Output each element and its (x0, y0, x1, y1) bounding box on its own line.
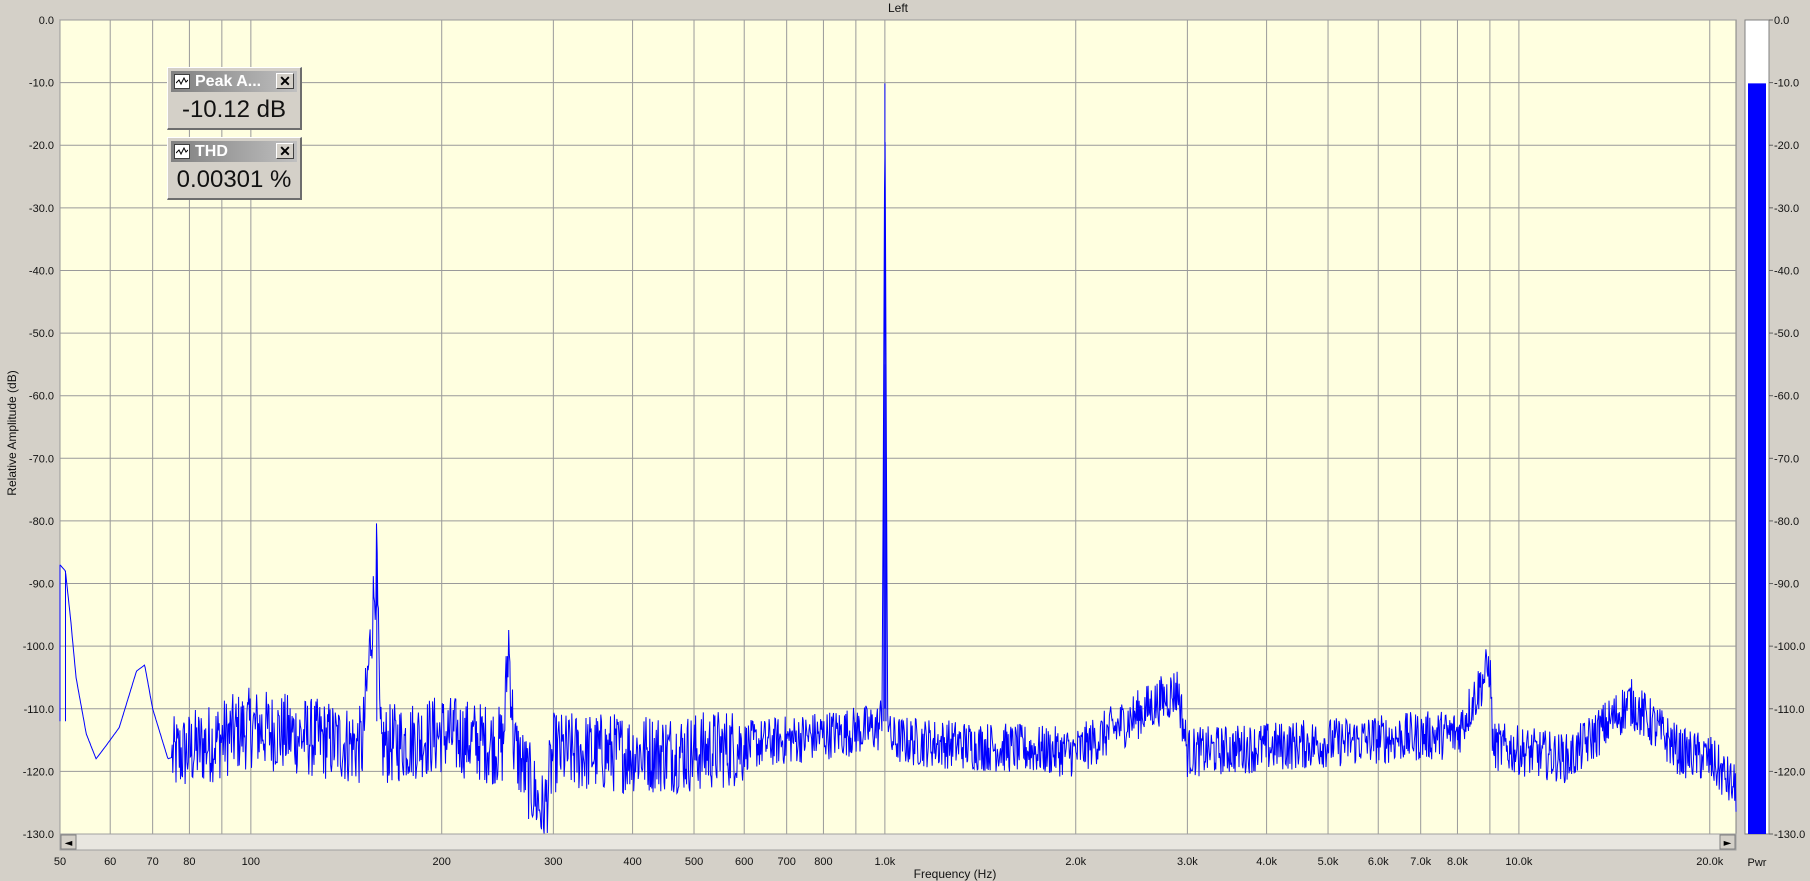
x-tick-label: 7.0k (1410, 856, 1431, 868)
power-bar-fill (1748, 83, 1766, 835)
x-tick-label: 4.0k (1256, 856, 1277, 868)
x-axis-title: Frequency (Hz) (914, 867, 997, 881)
y-tick-label: -130.0 (23, 829, 54, 841)
scroll-left-arrow-icon: ◄ (65, 838, 73, 849)
waveform-icon (174, 144, 190, 159)
x-tick-label: 80 (183, 856, 195, 868)
x-tick-label: 800 (814, 856, 832, 868)
power-bar-label: Pwr (1748, 857, 1767, 869)
y-axis-title: Relative Amplitude (dB) (5, 370, 19, 495)
power-bar-tick-label: -90.0 (1774, 579, 1799, 591)
peak-amplitude-meter-name: Peak A... (195, 72, 262, 90)
y-tick-label: -100.0 (23, 641, 54, 653)
thd-meter-name: THD (195, 142, 228, 160)
x-tick-labels: 50 60 70 80 100 200 300 400 500 600 700 800 1.0k 2.0k… (54, 856, 1724, 868)
waveform-icon (174, 74, 190, 89)
power-bar-tick-label: -130.0 (1774, 829, 1805, 841)
peak-amplitude-meter-titlebar[interactable]: Peak A... ✕ (171, 71, 297, 92)
power-bar-tick-label: -50.0 (1774, 328, 1799, 340)
power-bar-tick-label: -30.0 (1774, 203, 1799, 215)
x-tick-label: 70 (147, 856, 159, 868)
y-tick-label: -110.0 (24, 704, 54, 716)
y-tick-label: -120.0 (23, 766, 54, 778)
peak-amplitude-meter[interactable]: Peak A... ✕ -10.12 dB (167, 67, 302, 130)
power-bar-tick-label: -100.0 (1774, 641, 1805, 653)
y-tick-label: -40.0 (29, 265, 54, 277)
x-tick-label: 200 (433, 856, 451, 868)
scroll-right-arrow-icon: ► (1724, 838, 1732, 849)
close-icon: ✕ (279, 73, 291, 89)
y-tick-label: -20.0 (29, 140, 54, 152)
x-tick-label: 400 (623, 856, 641, 868)
y-tick-label: -10.0 (29, 78, 54, 90)
y-tick-label: -80.0 (29, 516, 54, 528)
x-tick-label: 700 (777, 856, 795, 868)
horizontal-scrollbar[interactable]: ◄ ► (59, 833, 1737, 851)
scrollbar-track[interactable] (59, 833, 1737, 851)
thd-meter[interactable]: THD ✕ 0.00301 % (167, 137, 302, 200)
x-tick-label: 2.0k (1065, 856, 1086, 868)
x-tick-label: 5.0k (1318, 856, 1339, 868)
x-tick-label: 3.0k (1177, 856, 1198, 868)
x-tick-label: 50 (54, 856, 66, 868)
thd-value: 0.00301 % (176, 166, 292, 193)
y-tick-label: -60.0 (29, 391, 54, 403)
x-tick-label: 10.0k (1505, 856, 1532, 868)
y-tick-labels: 0.0 -10.0 -20.0 -30.0 -40.0 -50.0 -60.0 -70.0 -8… (23, 15, 54, 841)
close-icon: ✕ (279, 143, 291, 159)
y-tick-label: -50.0 (29, 328, 54, 340)
x-tick-label: 60 (104, 856, 116, 868)
power-bar-tick-label: -120.0 (1774, 766, 1805, 778)
power-bar (1744, 19, 1770, 835)
y-tick-label: -70.0 (29, 453, 54, 465)
peak-amplitude-close-button[interactable]: ✕ (276, 73, 294, 89)
x-tick-label: 100 (242, 856, 260, 868)
power-bar-tick-label: -40.0 (1774, 265, 1799, 277)
y-tick-label: -30.0 (29, 203, 54, 215)
x-tick-label: 8.0k (1447, 856, 1468, 868)
power-bar-tick-label: -20.0 (1774, 140, 1799, 152)
power-bar-tick-label: -80.0 (1774, 516, 1799, 528)
spectrum-chart: Left 0.0 -10.0 -20.0 -30.0 -40.0 -50.0 -60.0 -7… (5, 1, 1805, 881)
thd-close-button[interactable]: ✕ (276, 143, 294, 159)
power-bar-ticks: 0.0 -10.0 -20.0 -30.0 -40.0 -50.0 -60.0 -70.0 -8… (1769, 15, 1805, 841)
chart-title: Left (888, 1, 909, 15)
thd-meter-titlebar[interactable]: THD ✕ (171, 141, 297, 162)
y-tick-label: -90.0 (29, 579, 54, 591)
power-bar-tick-label: -110.0 (1774, 704, 1804, 716)
y-tick-label: 0.0 (39, 15, 54, 27)
power-bar-tick-label: -60.0 (1774, 391, 1799, 403)
power-bar-tick-label: -10.0 (1774, 78, 1799, 90)
x-tick-label: 500 (685, 856, 703, 868)
power-bar-tick-label: -70.0 (1774, 453, 1799, 465)
x-tick-label: 1.0k (874, 856, 895, 868)
x-tick-label: 300 (544, 856, 562, 868)
x-tick-label: 600 (735, 856, 753, 868)
x-tick-label: 6.0k (1368, 856, 1389, 868)
peak-amplitude-value: -10.12 dB (181, 96, 287, 123)
power-bar-tick-label: 0.0 (1774, 15, 1789, 27)
x-tick-label: 20.0k (1696, 856, 1723, 868)
